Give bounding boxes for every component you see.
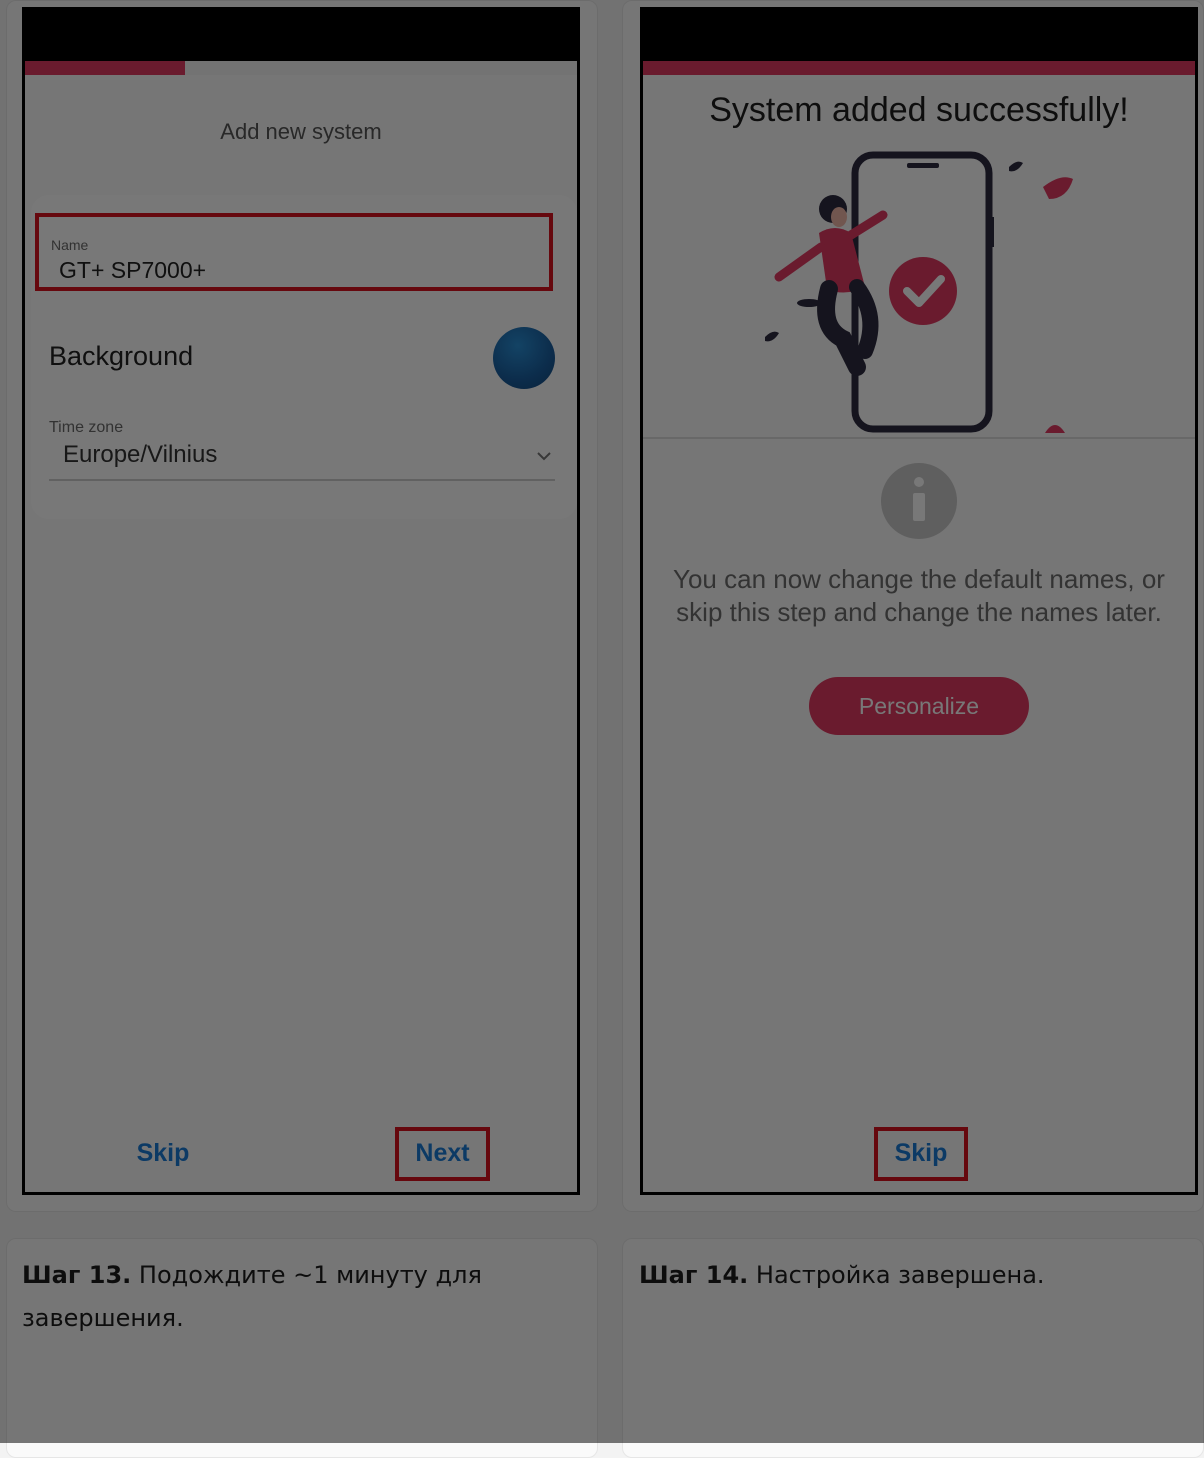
progress-bar: [25, 61, 577, 75]
info-icon-dot: [914, 477, 924, 487]
info-message: You can now change the default names, or…: [673, 564, 1165, 627]
status-bar: [643, 7, 1195, 61]
step-14-text: Настройка завершена.: [748, 1261, 1045, 1289]
timezone-select[interactable]: Europe/Vilnius: [63, 441, 217, 469]
progress-bar-fill: [25, 61, 186, 75]
personalize-button[interactable]: Personalize: [809, 677, 1029, 735]
progress-bar-fill: [643, 61, 1195, 75]
page-title: Add new system: [220, 119, 382, 144]
progress-bar: [643, 61, 1195, 75]
background-label: Background: [49, 341, 194, 371]
next-button[interactable]: Next: [399, 1139, 486, 1168]
info-icon-bar: [913, 493, 925, 521]
info-icon: [881, 463, 957, 539]
name-field[interactable]: Name GT+ SP7000+: [35, 213, 553, 291]
skip-button[interactable]: Skip: [878, 1139, 964, 1168]
timezone-label: Time zone: [49, 419, 124, 436]
background-color-picker[interactable]: [493, 327, 555, 389]
step-13-caption: Шаг 13. Подождите ~1 минуту для завершен…: [22, 1254, 542, 1340]
phone-screen-add-system: Add new system Name GT+ SP7000+ Backgrou…: [22, 7, 580, 1195]
success-illustration: [765, 151, 1073, 433]
step-14-caption: Шаг 14. Настройка завершена.: [639, 1254, 1179, 1297]
status-bar: [25, 7, 577, 61]
timezone-underline: [49, 479, 555, 481]
divider: [643, 437, 1195, 439]
step-13-number: Шаг 13.: [22, 1261, 132, 1289]
name-field-value: GT+ SP7000+: [59, 257, 207, 283]
phone-screen-system-added: System added successfully! You can now c…: [640, 7, 1198, 1195]
chevron-down-icon[interactable]: [533, 445, 555, 467]
skip-button[interactable]: Skip: [115, 1139, 211, 1168]
step-14-number: Шаг 14.: [639, 1261, 749, 1289]
name-field-label: Name: [51, 237, 89, 253]
success-title: System added successfully!: [709, 91, 1129, 129]
